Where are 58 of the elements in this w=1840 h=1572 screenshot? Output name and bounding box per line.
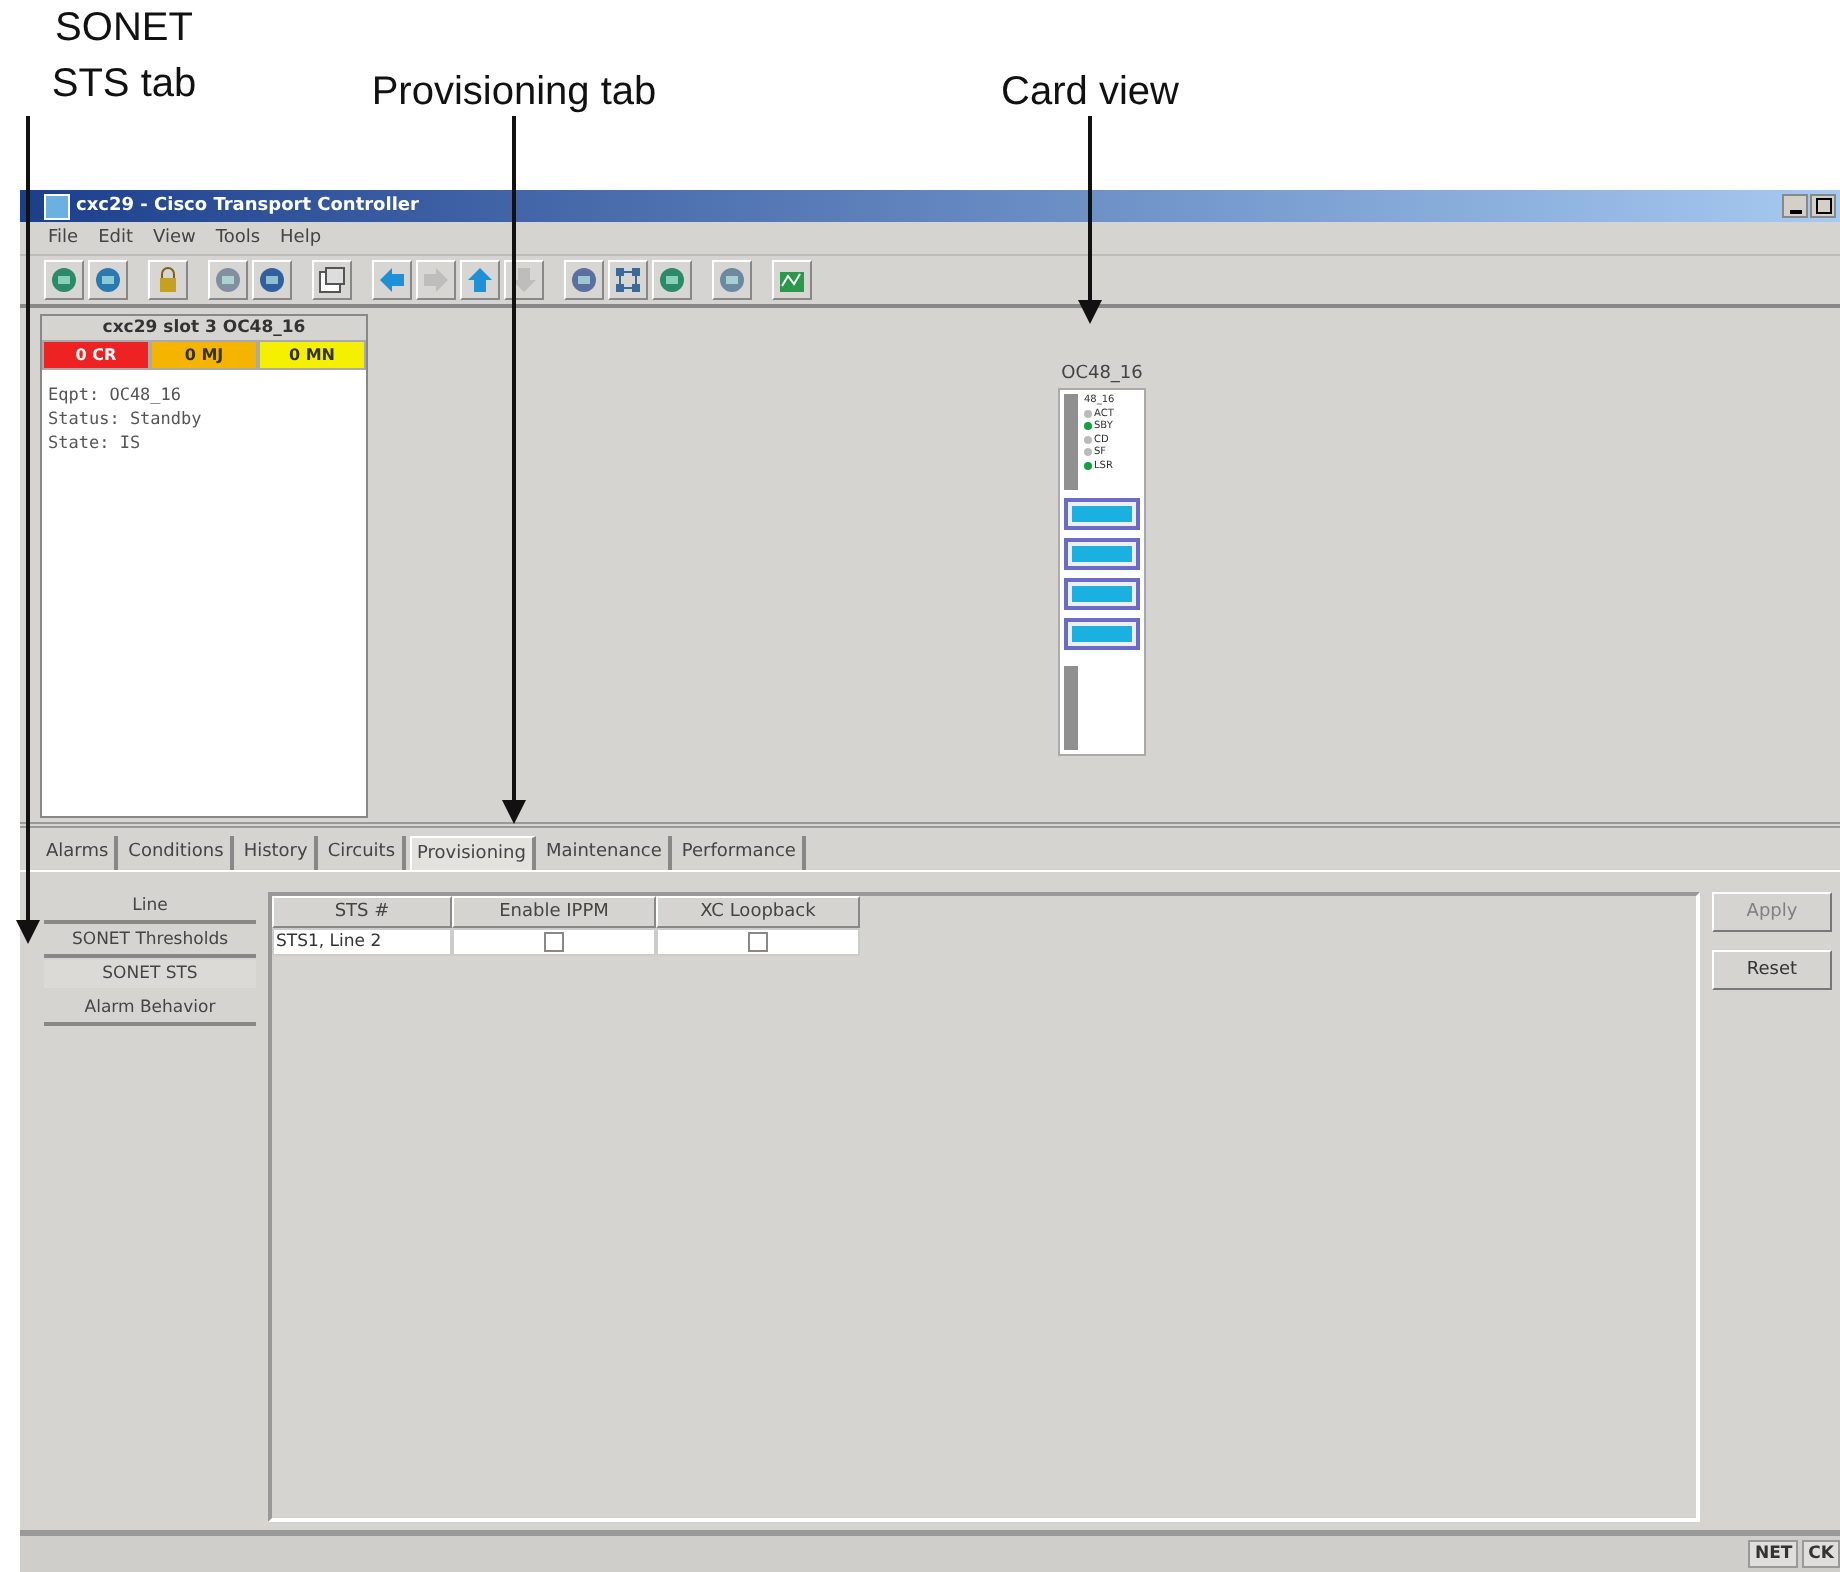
table-cell: STS1, Line 2: [272, 928, 452, 956]
lock-icon: [154, 266, 182, 294]
card-info-line: Status: Standby: [48, 410, 204, 430]
alarm-count: 0 MN: [258, 340, 366, 370]
card-handle: [1064, 394, 1078, 490]
callout-label: Provisioning tab: [371, 68, 657, 118]
tab[interactable]: Alarms: [40, 836, 119, 870]
toolbar-button[interactable]: [252, 260, 292, 300]
callout-label: STS tab: [51, 60, 197, 110]
card-handle: [1064, 666, 1078, 750]
arrow-right-icon: [422, 266, 450, 294]
minimize-button[interactable]: [1782, 194, 1808, 218]
node-panel-header: cxc29 slot 3 OC48_16: [42, 316, 366, 340]
nodes-icon: [614, 266, 642, 294]
tab[interactable]: Circuits: [321, 836, 406, 870]
optical-port[interactable]: [1064, 578, 1140, 610]
menu-item[interactable]: File: [48, 228, 79, 248]
checkbox[interactable]: [748, 932, 768, 952]
card-label: OC48_16: [1061, 364, 1143, 384]
status-indicator: NET: [1748, 1540, 1799, 1568]
subtab-button[interactable]: SONET Thresholds: [44, 926, 256, 958]
toolbar-button[interactable]: [312, 260, 352, 300]
arrow-left-icon: [378, 266, 406, 294]
tab[interactable]: Provisioning: [409, 836, 536, 870]
optical-port[interactable]: [1064, 538, 1140, 570]
optical-port[interactable]: [1064, 618, 1140, 650]
status-indicator: CK: [1802, 1540, 1840, 1568]
tab[interactable]: History: [237, 836, 318, 870]
card-info-line: Eqpt: OC48_16: [48, 386, 184, 406]
menu-item[interactable]: Tools: [215, 228, 261, 248]
card-info-line: State: IS: [48, 434, 143, 454]
optical-port[interactable]: [1064, 498, 1140, 530]
callout-label: Card view: [1001, 68, 1179, 118]
subtab-button[interactable]: Alarm Behavior: [44, 994, 256, 1026]
window-title: cxc29 - Cisco Transport Controller: [76, 196, 421, 216]
action-button[interactable]: Reset: [1712, 950, 1832, 990]
maximize-button[interactable]: [1810, 194, 1836, 218]
app-icon: [44, 193, 70, 219]
menu-item[interactable]: Help: [280, 228, 322, 248]
graph-icon: [778, 266, 806, 294]
callout-label: SONET: [55, 4, 193, 54]
column-header[interactable]: XC Loopback: [656, 896, 860, 928]
subtab-button[interactable]: Line: [44, 892, 256, 924]
column-header[interactable]: Enable IPPM: [452, 896, 656, 928]
column-header[interactable]: STS #: [272, 896, 452, 928]
tab[interactable]: Performance: [675, 836, 806, 870]
subtab-button[interactable]: SONET STS: [44, 960, 256, 992]
alarm-count: 0 CR: [42, 340, 150, 370]
menu-item[interactable]: View: [153, 228, 196, 248]
arrow-down-icon: [510, 266, 538, 294]
arrow-up-icon: [466, 266, 494, 294]
menu-item[interactable]: Edit: [98, 228, 133, 248]
checkbox[interactable]: [544, 932, 564, 952]
maximize-icon: [1815, 198, 1831, 214]
tab[interactable]: Maintenance: [539, 836, 672, 870]
tab[interactable]: Conditions: [122, 836, 234, 870]
window-icon: [318, 266, 346, 294]
alarm-count: 0 MJ: [150, 340, 258, 370]
